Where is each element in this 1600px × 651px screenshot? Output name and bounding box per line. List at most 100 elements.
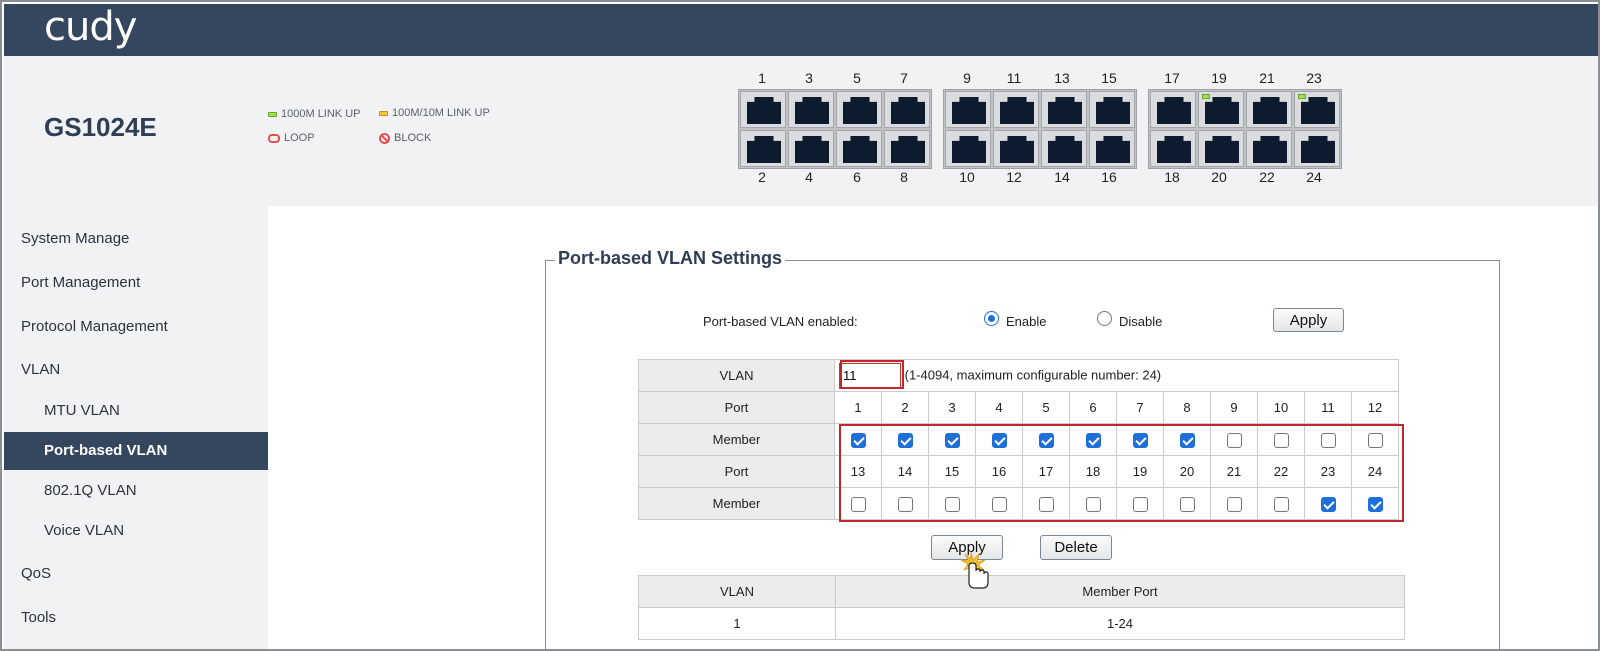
member-checkbox-port-3[interactable] [944,432,960,448]
port-22[interactable] [1246,130,1292,167]
member-checkbox-port-11[interactable] [1320,432,1336,448]
member-cell [1351,423,1399,456]
port-15[interactable] [1089,91,1135,128]
port-19[interactable] [1198,91,1244,128]
port-2[interactable] [740,130,786,167]
member-cell [1210,487,1258,520]
legend-100m: 100M/10M LINK UP [379,107,490,119]
port-24[interactable] [1294,130,1340,167]
port-9[interactable] [945,91,991,128]
member-row-label: Member [638,423,835,456]
member-checkbox-port-19[interactable] [1132,496,1148,512]
hand-cursor-icon [960,551,989,589]
port-8[interactable] [884,130,930,167]
port-number-cell: 6 [1069,391,1117,424]
port-number-cell: 5 [1022,391,1070,424]
member-checkbox-port-9[interactable] [1226,432,1242,448]
port-23[interactable] [1294,91,1340,128]
member-checkbox-port-10[interactable] [1273,432,1289,448]
member-checkbox-port-1[interactable] [850,432,866,448]
port-10[interactable] [945,130,991,167]
port-4[interactable] [788,130,834,167]
member-checkbox-port-16[interactable] [991,496,1007,512]
port-number-cell: 23 [1304,455,1352,488]
enable-radio[interactable] [984,311,999,326]
member-checkbox-port-21[interactable] [1226,496,1242,512]
member-checkbox-port-5[interactable] [1038,432,1054,448]
port-17[interactable] [1150,91,1196,128]
port-number-cell: 8 [1163,391,1211,424]
sidebar-item-voice-vlan[interactable]: Voice VLAN [4,512,268,550]
port-12[interactable] [993,130,1039,167]
member-cell [1163,487,1211,520]
sidebar-item-qos[interactable]: QoS [4,555,268,593]
port-number-cell: 16 [975,455,1023,488]
member-checkbox-port-4[interactable] [991,432,1007,448]
block-icon [379,132,390,144]
port-number-label: 22 [1259,169,1275,185]
sidebar-item-system-manage[interactable]: System Manage [4,220,268,258]
port-5[interactable] [836,91,882,128]
disable-radio[interactable] [1097,311,1112,326]
port-6[interactable] [836,130,882,167]
port-number-cell: 20 [1163,455,1211,488]
port-number-label: 2 [758,169,766,185]
member-checkbox-port-13[interactable] [850,496,866,512]
sidebar-item-vlan[interactable]: VLAN [4,351,268,389]
member-checkbox-port-15[interactable] [944,496,960,512]
sidebar-item-tools[interactable]: Tools [4,599,268,637]
port-number-cell: 10 [1257,391,1305,424]
port-number-cell: 22 [1257,455,1305,488]
member-checkbox-port-6[interactable] [1085,432,1101,448]
port-row-label: Port [638,391,835,424]
port-1[interactable] [740,91,786,128]
sidebar-item-8021q-vlan[interactable]: 802.1Q VLAN [4,472,268,510]
port-number-cell: 19 [1116,455,1164,488]
apply-enable-button[interactable]: Apply [1273,308,1344,332]
sidebar-item-protocol-management[interactable]: Protocol Management [4,308,268,346]
member-checkbox-port-20[interactable] [1179,496,1195,512]
port-3[interactable] [788,91,834,128]
member-checkbox-port-22[interactable] [1273,496,1289,512]
port-number-label: 19 [1211,70,1227,86]
member-checkbox-port-7[interactable] [1132,432,1148,448]
port-18[interactable] [1150,130,1196,167]
member-checkbox-port-17[interactable] [1038,496,1054,512]
sidebar-item-port-management[interactable]: Port Management [4,264,268,302]
legend-loop-label: LOOP [284,132,315,144]
member-cell [1257,487,1305,520]
member-cell [1304,487,1352,520]
port-13[interactable] [1041,91,1087,128]
member-cell [1022,487,1070,520]
member-cell [1116,487,1164,520]
port-7[interactable] [884,91,930,128]
port-number-label: 7 [900,70,908,86]
link-led-icon [1298,94,1306,99]
port-number-cell: 14 [881,455,929,488]
member-checkbox-port-12[interactable] [1367,432,1383,448]
sidebar-item-mtu-vlan[interactable]: MTU VLAN [4,392,268,430]
port-number-label: 6 [853,169,861,185]
vlan-row-label: VLAN [638,359,835,392]
member-checkbox-port-2[interactable] [897,432,913,448]
member-checkbox-port-23[interactable] [1320,496,1336,512]
member-checkbox-port-24[interactable] [1367,496,1383,512]
port-14[interactable] [1041,130,1087,167]
member-checkbox-port-14[interactable] [897,496,913,512]
loop-icon [268,133,280,143]
col-vlan-header: VLAN [638,575,836,608]
delete-button[interactable]: Delete [1040,535,1112,560]
legend-100m-label: 100M/10M LINK UP [392,107,490,119]
sidebar-item-port-based-vlan[interactable]: Port-based VLAN [4,432,268,470]
port-16[interactable] [1089,130,1135,167]
table-row[interactable]: 1 1-24 [638,607,1405,640]
port-11[interactable] [993,91,1039,128]
member-cell [975,487,1023,520]
member-checkbox-port-18[interactable] [1085,496,1101,512]
vlan-id-input[interactable] [839,362,901,389]
port-21[interactable] [1246,91,1292,128]
member-checkbox-port-8[interactable] [1179,432,1195,448]
device-panel: GS1024E 1000M LINK UP 100M/10M LINK UP L… [4,56,1598,206]
port-20[interactable] [1198,130,1244,167]
port-number-label: 1 [758,70,766,86]
